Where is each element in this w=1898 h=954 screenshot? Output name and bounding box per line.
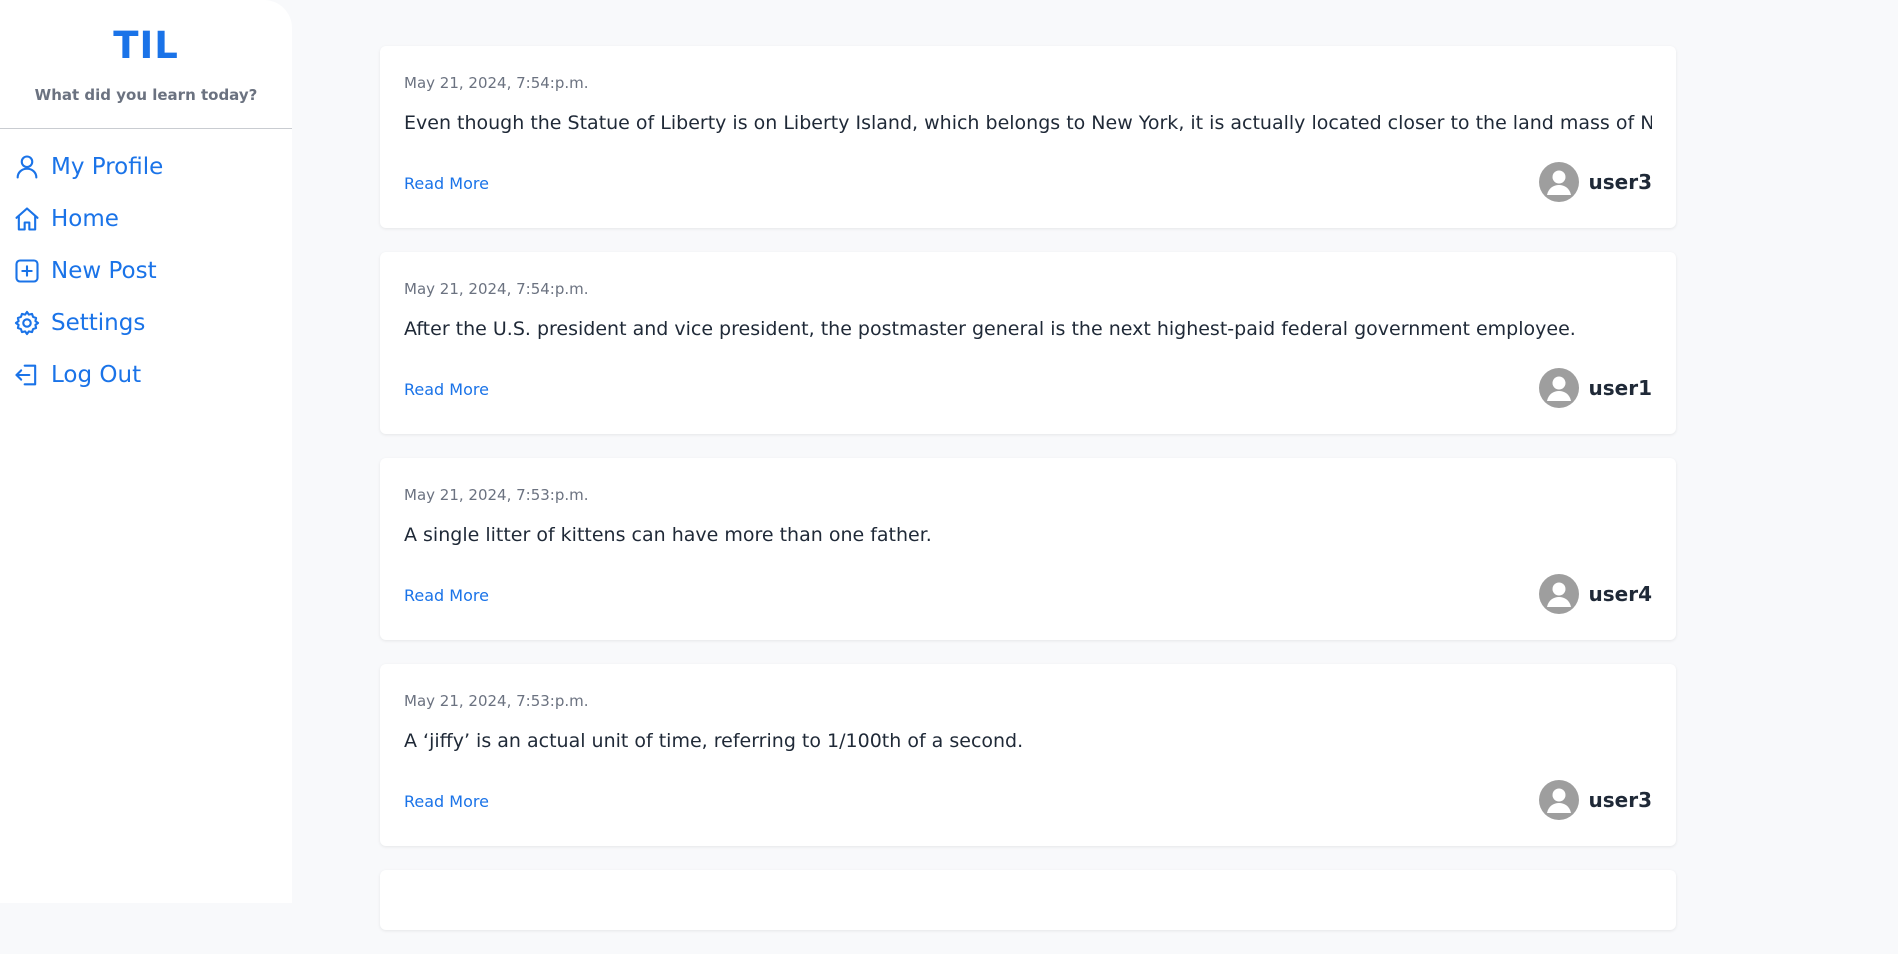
post-author[interactable]: user4 [1538, 574, 1653, 614]
home-icon [13, 205, 41, 233]
user-avatar-icon [1546, 788, 1571, 813]
avatar [1538, 780, 1579, 820]
read-more-link[interactable]: Read More [404, 174, 489, 193]
post-text: A ‘jiffy’ is an actual unit of time, ref… [404, 730, 1024, 752]
user-avatar-icon [1546, 170, 1571, 195]
post-date: May 21, 2024, 7:53:p.m. [404, 692, 589, 710]
nav-item-home[interactable]: Home [0, 193, 292, 245]
username: user3 [1588, 788, 1653, 812]
avatar [1538, 162, 1579, 202]
read-more-link[interactable]: Read More [404, 792, 489, 811]
nav-item-my-profile[interactable]: My Profile [0, 141, 292, 193]
post-date: May 21, 2024, 7:53:p.m. [404, 486, 589, 504]
post-card: May 21, 2024, 7:54:p.m. Even though the … [380, 46, 1676, 228]
post-date: May 21, 2024, 7:54:p.m. [404, 280, 589, 298]
post-date: May 21, 2024, 7:54:p.m. [404, 74, 589, 92]
nav-item-new-post[interactable]: New Post [0, 245, 292, 297]
nav-item-label: Settings [51, 310, 146, 336]
post-author[interactable]: user3 [1538, 780, 1653, 820]
app-title[interactable]: TIL [0, 22, 292, 70]
post-text: A single litter of kittens can have more… [404, 524, 932, 546]
user-avatar-icon [1546, 582, 1571, 607]
post-card [380, 870, 1676, 930]
user-avatar-icon [1546, 376, 1571, 401]
user-icon [13, 153, 41, 181]
post-card: May 21, 2024, 7:53:p.m. A ‘jiffy’ is an … [380, 664, 1676, 846]
post-card: May 21, 2024, 7:53:p.m. A single litter … [380, 458, 1676, 640]
avatar [1538, 574, 1579, 614]
username: user4 [1588, 582, 1653, 606]
sidebar: TIL What did you learn today? My Profile… [0, 0, 292, 903]
username: user1 [1588, 376, 1653, 400]
post-text: Even though the Statue of Liberty is on … [404, 112, 1652, 134]
read-more-link[interactable]: Read More [404, 380, 489, 399]
read-more-link[interactable]: Read More [404, 586, 489, 605]
post-author[interactable]: user3 [1538, 162, 1653, 202]
post-card: May 21, 2024, 7:54:p.m. After the U.S. p… [380, 252, 1676, 434]
nav-item-label: My Profile [51, 154, 164, 180]
avatar [1538, 368, 1579, 408]
gear-icon [13, 309, 41, 337]
nav-item-log-out[interactable]: Log Out [0, 349, 292, 401]
sidebar-nav: My Profile Home New Post Settings Log Ou… [0, 129, 292, 401]
logout-icon [13, 361, 41, 389]
post-feed: May 21, 2024, 7:54:p.m. Even though the … [380, 46, 1676, 954]
post-text: After the U.S. president and vice presid… [404, 318, 1576, 340]
nav-item-label: New Post [51, 258, 157, 284]
username: user3 [1588, 170, 1653, 194]
app-tagline: What did you learn today? [34, 86, 258, 104]
brand: TIL What did you learn today? [0, 0, 292, 129]
nav-item-label: Log Out [51, 362, 142, 388]
nav-item-label: Home [51, 206, 119, 232]
plus-square-icon [13, 257, 41, 285]
nav-item-settings[interactable]: Settings [0, 297, 292, 349]
post-author[interactable]: user1 [1538, 368, 1653, 408]
